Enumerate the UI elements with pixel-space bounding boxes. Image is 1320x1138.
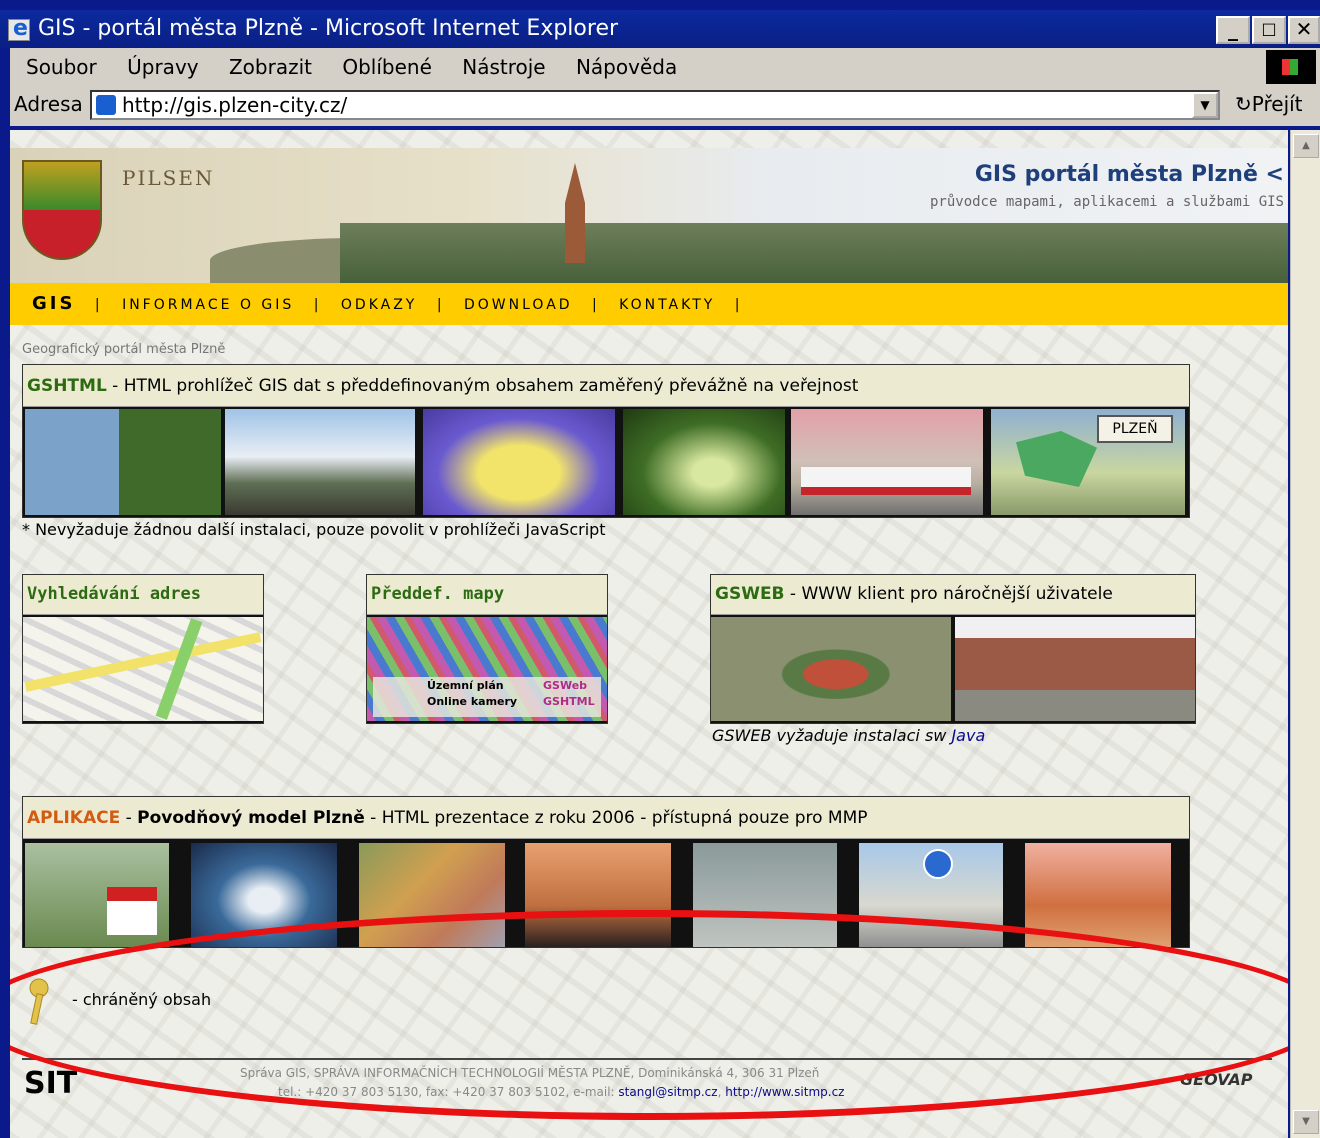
gsweb-stadium-thumb[interactable] [711, 617, 951, 721]
map-road [24, 632, 262, 692]
nav-odkazy[interactable]: ODKAZY [341, 297, 417, 313]
title-bar: GIS - portál města Plzně - Microsoft Int… [0, 10, 1320, 48]
nav-informace[interactable]: INFORMACE O GIS [122, 297, 294, 313]
nav-separator: | [436, 297, 445, 313]
banner-skyline [340, 223, 1288, 283]
app-thumb-model[interactable] [25, 843, 169, 947]
menu-upravy[interactable]: Úpravy [127, 55, 198, 79]
nav-separator: | [313, 297, 322, 313]
tram-shape [801, 467, 971, 495]
gsweb-panel: GSWEB - WWW klient pro náročnější uživat… [710, 574, 1196, 724]
close-button[interactable]: ✕ [1288, 16, 1320, 44]
page-viewport: PILSEN GIS portál města Plzně < průvodce… [10, 130, 1288, 1138]
gshtml-thumb-biker[interactable] [225, 409, 415, 515]
address-dropdown-button[interactable]: ▼ [1192, 92, 1218, 118]
gsweb-link[interactable]: GSWEB [715, 584, 785, 604]
sit-logo: SIT [24, 1066, 78, 1101]
aplikace-bold-title: Povodňový model Plzně [137, 808, 365, 828]
gsweb-note-text: GSWEB vyžaduje instalaci sw [712, 726, 952, 745]
gshtml-thumb-theatre[interactable] [423, 409, 615, 515]
gsweb-link[interactable]: GSWeb [543, 679, 587, 692]
district-map-shape [1016, 431, 1097, 487]
red-highlight-ellipse [10, 910, 1288, 1120]
window-title: GIS - portál města Plzně - Microsoft Int… [38, 16, 619, 41]
nav-separator: | [592, 297, 600, 313]
go-button[interactable]: ↻Přejít [1235, 92, 1303, 116]
gshtml-thumb-collage[interactable] [25, 409, 221, 515]
nav-gis[interactable]: GIS [32, 293, 75, 314]
gshtml-link[interactable]: GSHTML [27, 376, 107, 396]
ie-icon [8, 10, 30, 48]
menu-nastroje[interactable]: Nástroje [462, 55, 545, 79]
city-crest-logo[interactable] [22, 160, 102, 260]
map-label: PILSEN [122, 166, 215, 190]
portal-title: GIS portál města Plzně < [974, 162, 1284, 187]
gshtml-panel: GSHTML - HTML prohlížeč GIS dat s předde… [22, 364, 1190, 518]
minimize-button[interactable]: _ [1216, 16, 1250, 44]
address-map-thumb[interactable] [23, 617, 263, 721]
online-kamery-link[interactable]: Online kamery [427, 695, 517, 708]
address-input[interactable]: http://gis.plzen-city.cz/ [90, 90, 1220, 120]
map-green-strip [155, 618, 203, 720]
plzen-sign: PLZEŇ [1097, 415, 1173, 443]
gsweb-header[interactable]: GSWEB - WWW klient pro náročnější uživat… [711, 575, 1195, 615]
address-bar: Adresa http://gis.plzen-city.cz/ ▼ ↻Přej… [10, 86, 1320, 126]
predefined-map-thumb: Územní plán GSWeb Online kamery GSHTML [367, 617, 607, 721]
page-icon [96, 95, 116, 115]
cathedral-tower [565, 163, 585, 263]
address-search-panel: Vyhledávání adres [22, 574, 264, 724]
nav-separator: | [734, 297, 743, 313]
gsweb-desc: - WWW klient pro náročnější uživatele [784, 584, 1113, 604]
nav-kontakty[interactable]: KONTAKTY [619, 297, 715, 313]
breadcrumb: Geografický portál města Plzně [22, 342, 226, 357]
aplikace-header[interactable]: APLIKACE - Povodňový model Plzně - HTML … [23, 797, 1189, 839]
aplikace-link[interactable]: APLIKACE [27, 808, 120, 828]
portal-subtitle: průvodce mapami, aplikacemi a službami G… [929, 194, 1284, 210]
go-arrow-icon: ↻ [1235, 92, 1252, 116]
menu-zobrazit[interactable]: Zobrazit [229, 55, 312, 79]
gsweb-note: GSWEB vyžaduje instalaci sw Java [712, 726, 985, 745]
gshtml-thumb-tram[interactable] [791, 409, 983, 515]
nav-separator: | [94, 297, 103, 313]
gshtml-thumb-forest[interactable] [623, 409, 785, 515]
maximize-button[interactable]: □ [1252, 16, 1286, 44]
menu-napoveda[interactable]: Nápověda [576, 55, 677, 79]
scroll-down-button[interactable]: ▼ [1293, 1110, 1319, 1134]
site-banner: PILSEN GIS portál města Plzně < průvodce… [10, 148, 1288, 283]
aplikace-dash: - [120, 808, 138, 828]
house-shape [107, 887, 157, 935]
uzemni-plan-link[interactable]: Územní plán [427, 679, 504, 692]
road-sign-shape [923, 849, 953, 879]
gshtml-desc: - HTML prohlížeč GIS dat s předdefinovan… [106, 376, 859, 396]
gshtml-header[interactable]: GSHTML - HTML prohlížeč GIS dat s předde… [23, 365, 1189, 407]
address-label: Adresa [14, 92, 83, 116]
menu-bar: Soubor Úpravy Zobrazit Oblíbené Nástroje… [10, 48, 1320, 86]
predefined-maps-panel: Předdef. mapy Územní plán GSWeb Online k… [366, 574, 608, 724]
menu-soubor[interactable]: Soubor [26, 55, 97, 79]
gshtml-note: * Nevyžaduje žádnou další instalaci, pou… [22, 520, 606, 539]
gshtml-thumb-plzen-sign[interactable]: PLZEŇ [991, 409, 1185, 515]
main-nav: GIS | INFORMACE O GIS | ODKAZY | DOWNLOA… [10, 283, 1288, 325]
scroll-up-button[interactable]: ▲ [1293, 134, 1319, 158]
go-label: Přejít [1251, 92, 1303, 116]
aplikace-desc: - HTML prezentace z roku 2006 - přístupn… [364, 808, 868, 828]
address-url: http://gis.plzen-city.cz/ [122, 93, 348, 117]
menu-oblibene[interactable]: Oblíbené [342, 55, 432, 79]
predefined-links-box: Územní plán GSWeb Online kamery GSHTML [373, 677, 601, 717]
browser-window: GIS - portál města Plzně - Microsoft Int… [0, 0, 1320, 1138]
gsweb-townhall-thumb[interactable] [955, 617, 1195, 721]
address-search-title[interactable]: Vyhledávání adres [23, 575, 263, 615]
java-link[interactable]: Java [951, 726, 985, 745]
vertical-scrollbar[interactable]: ▲ ▼ [1290, 130, 1320, 1138]
predefined-maps-title[interactable]: Předdef. mapy [367, 575, 607, 615]
nav-download[interactable]: DOWNLOAD [464, 297, 573, 313]
gshtml-link-small[interactable]: GSHTML [543, 695, 595, 708]
windows-logo-icon [1266, 50, 1316, 84]
